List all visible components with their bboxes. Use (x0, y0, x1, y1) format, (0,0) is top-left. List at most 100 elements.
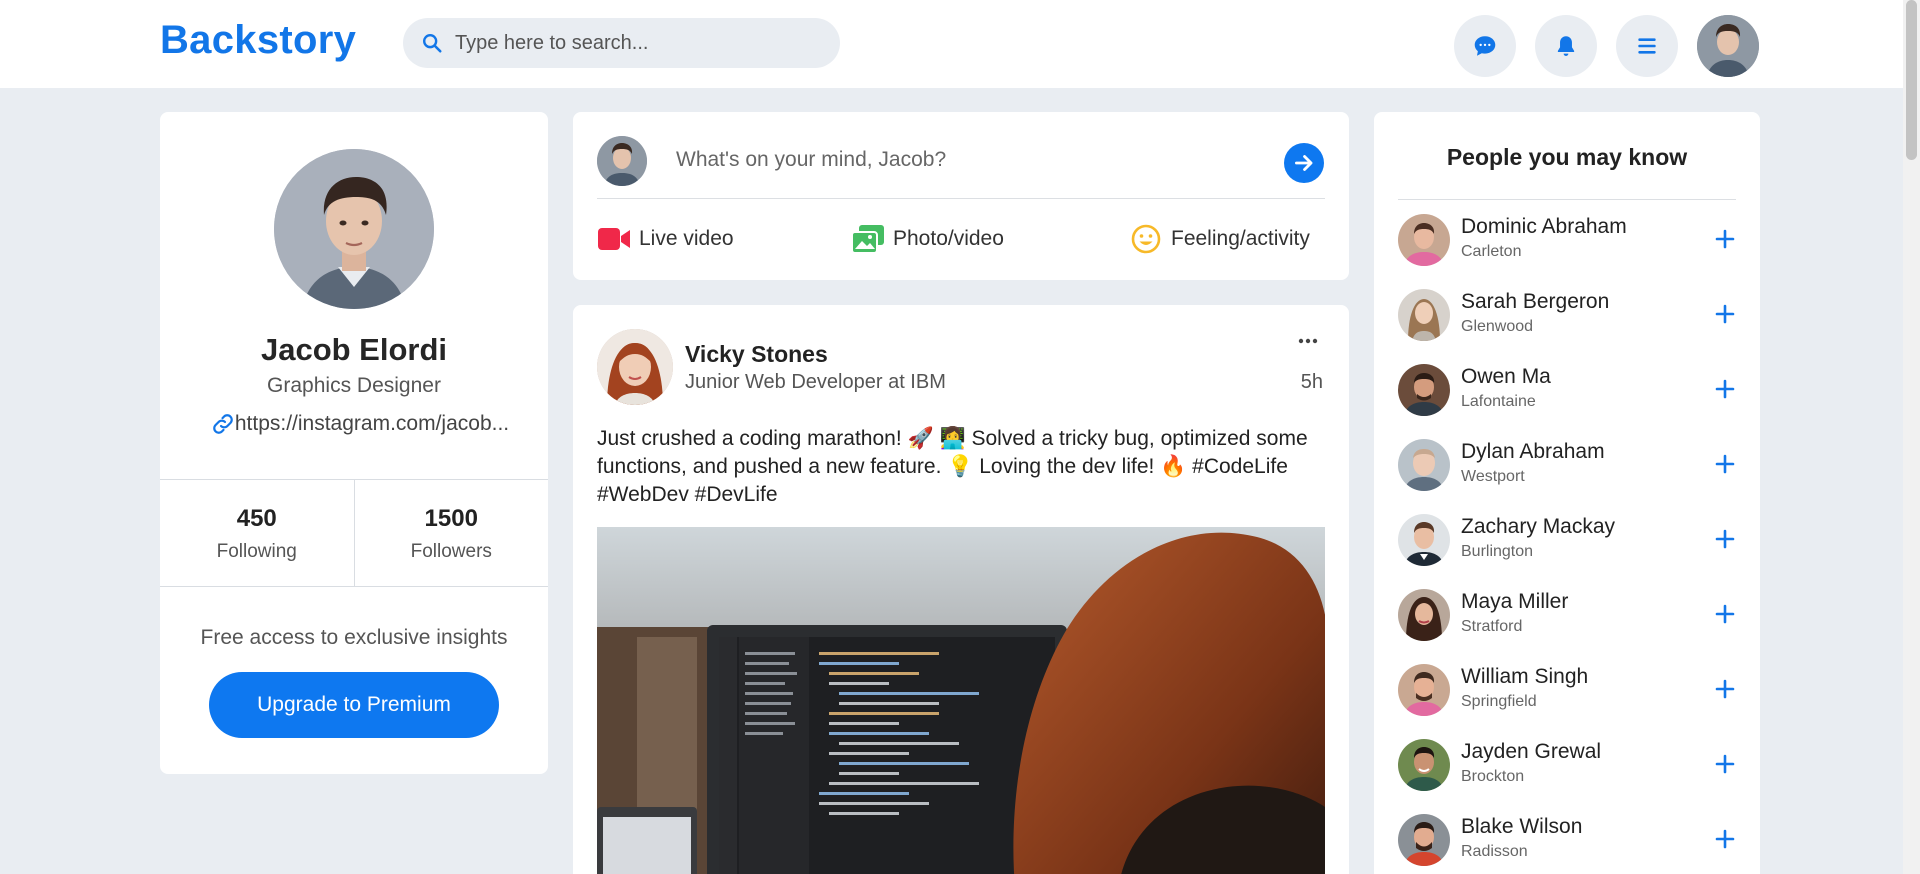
suggestion-item[interactable]: Owen Ma Lafontaine (1398, 364, 1736, 418)
arrow-right-icon (1295, 155, 1313, 171)
suggestion-item[interactable]: Dominic Abraham Carleton (1398, 214, 1736, 268)
feed-post: Vicky Stones Junior Web Developer at IBM… (573, 305, 1349, 874)
person-avatar[interactable] (1398, 364, 1450, 416)
page-scrollbar[interactable] (1903, 0, 1920, 874)
following-label: Following (216, 541, 297, 562)
add-friend-icon[interactable] (1714, 378, 1736, 400)
live-video-label: Live video (639, 227, 734, 250)
user-avatar[interactable] (1697, 15, 1759, 77)
more-options-icon[interactable] (1297, 335, 1319, 347)
person-city: Springfield (1461, 693, 1537, 710)
person-avatar[interactable] (1398, 814, 1450, 866)
menu-icon (1638, 38, 1656, 54)
photo-video-label: Photo/video (893, 227, 1004, 250)
person-name[interactable]: Maya Miller (1461, 590, 1568, 614)
scrollbar-thumb[interactable] (1906, 0, 1917, 160)
bell-icon (1557, 36, 1575, 56)
person-avatar[interactable] (1398, 589, 1450, 641)
suggestion-item[interactable]: William Singh Springfield (1398, 664, 1736, 718)
post-author-subtitle: Junior Web Developer at IBM (685, 371, 946, 393)
person-name[interactable]: William Singh (1461, 665, 1588, 689)
person-avatar[interactable] (1398, 514, 1450, 566)
messages-button[interactable] (1454, 15, 1516, 77)
profile-link[interactable]: https://instagram.com/jacob... (190, 412, 530, 436)
person-name[interactable]: Dominic Abraham (1461, 215, 1627, 239)
add-friend-icon[interactable] (1714, 303, 1736, 325)
link-icon (213, 414, 233, 434)
suggestion-item[interactable]: Maya Miller Stratford (1398, 589, 1736, 643)
add-friend-icon[interactable] (1714, 453, 1736, 475)
post-photo-coding (597, 527, 1325, 874)
add-friend-icon[interactable] (1714, 228, 1736, 250)
menu-button[interactable] (1616, 15, 1678, 77)
person-avatar[interactable] (1398, 214, 1450, 266)
photo-icon (851, 225, 884, 254)
person-name[interactable]: Blake Wilson (1461, 815, 1582, 839)
suggestion-item[interactable]: Dylan Abraham Westport (1398, 439, 1736, 493)
followers-label: Followers (410, 541, 492, 562)
post-image[interactable] (597, 527, 1325, 874)
user-avatar-image (1697, 15, 1759, 77)
notifications-button[interactable] (1535, 15, 1597, 77)
following-stat[interactable]: 450 Following (160, 480, 354, 586)
person-name[interactable]: Dylan Abraham (1461, 440, 1605, 464)
add-friend-icon[interactable] (1714, 603, 1736, 625)
person-avatar[interactable] (1398, 739, 1450, 791)
search-icon (423, 34, 442, 53)
search-box[interactable] (403, 18, 840, 68)
suggestion-item[interactable]: Zachary Mackay Burlington (1398, 514, 1736, 568)
top-navigation-bar: Backstory (0, 0, 1903, 88)
person-city: Brockton (1461, 768, 1525, 785)
person-city: Lafontaine (1461, 393, 1536, 410)
composer-input[interactable]: What's on your mind, Jacob? (676, 148, 946, 172)
following-count: 450 (236, 505, 277, 532)
person-avatar[interactable] (1398, 439, 1450, 491)
suggestions-title: People you may know (1446, 144, 1688, 170)
person-city: Radisson (1461, 843, 1528, 860)
suggestion-item[interactable]: Sarah Bergeron Glenwood (1398, 289, 1736, 343)
person-city: Carleton (1461, 243, 1522, 260)
premium-promo-text: Free access to exclusive insights (200, 626, 508, 649)
suggestion-item[interactable]: Jayden Grewal Brockton (1398, 739, 1736, 793)
person-name[interactable]: Jayden Grewal (1461, 740, 1601, 764)
add-friend-icon[interactable] (1714, 678, 1736, 700)
profile-card: Jacob Elordi Graphics Designer https://i… (160, 112, 548, 774)
smiley-icon (1131, 224, 1161, 254)
post-author-photo (597, 329, 673, 405)
composer-send-button[interactable] (1284, 143, 1324, 183)
composer-divider (597, 198, 1325, 199)
app-logo[interactable]: Backstory (160, 18, 356, 63)
post-text: Just crushed a coding marathon! 🚀 👩‍💻 So… (597, 427, 1308, 506)
person-name[interactable]: Sarah Bergeron (1461, 290, 1609, 314)
profile-stats: 450 Following 1500 Followers (160, 479, 548, 587)
live-video-button[interactable]: Live video (597, 224, 734, 254)
person-name[interactable]: Zachary Mackay (1461, 515, 1615, 539)
profile-avatar[interactable] (274, 149, 434, 309)
search-input[interactable] (455, 31, 825, 55)
post-timestamp: 5h (1300, 371, 1323, 393)
upgrade-premium-button[interactable]: Upgrade to Premium (209, 672, 499, 738)
profile-name: Jacob Elordi (260, 332, 448, 367)
suggestions-divider (1398, 199, 1736, 200)
profile-photo (274, 149, 434, 309)
feeling-activity-label: Feeling/activity (1171, 227, 1310, 250)
person-city: Glenwood (1461, 318, 1534, 335)
person-name[interactable]: Owen Ma (1461, 365, 1551, 389)
suggestion-item[interactable]: Blake Wilson Radisson (1398, 814, 1736, 868)
person-avatar[interactable] (1398, 664, 1450, 716)
followers-stat[interactable]: 1500 Followers (353, 480, 549, 586)
post-author-name[interactable]: Vicky Stones (685, 341, 828, 368)
person-city: Burlington (1461, 543, 1534, 560)
add-friend-icon[interactable] (1714, 828, 1736, 850)
post-author-avatar[interactable] (597, 329, 673, 405)
person-avatar[interactable] (1398, 289, 1450, 341)
feeling-activity-button[interactable]: Feeling/activity (1129, 224, 1310, 254)
profile-link-text[interactable]: https://instagram.com/jacob... (235, 412, 509, 436)
add-friend-icon[interactable] (1714, 528, 1736, 550)
composer-avatar-image (597, 136, 647, 186)
add-friend-icon[interactable] (1714, 753, 1736, 775)
post-composer: What's on your mind, Jacob? Live video P… (573, 112, 1349, 280)
followers-count: 1500 (424, 505, 478, 532)
chat-icon (1474, 36, 1496, 56)
photo-video-button[interactable]: Photo/video (851, 224, 1004, 254)
